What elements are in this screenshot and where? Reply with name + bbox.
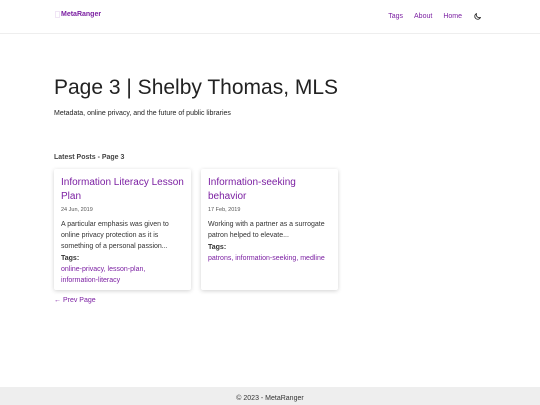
prev-page-link[interactable]: ← Prev Page xyxy=(54,297,96,304)
nav-link-home[interactable]: Home xyxy=(443,13,462,20)
post-tags: online-privacy, lesson-plan, information… xyxy=(61,264,184,286)
post-title-link[interactable]: Information Literacy Lesson Plan xyxy=(61,176,184,204)
nav-links: Tags About Home xyxy=(377,11,482,21)
brand-link[interactable]: MetaRanger xyxy=(55,11,101,18)
tags-label: Tags: xyxy=(208,244,227,251)
post-excerpt: Working with a partner as a surrogate pa… xyxy=(208,221,325,239)
post-excerpt: A particular emphasis was given to onlin… xyxy=(61,221,169,250)
nav-link-about[interactable]: About xyxy=(414,13,432,20)
page-subtitle: Metadata, online privacy, and the future… xyxy=(54,110,231,117)
logo-icon xyxy=(55,11,60,18)
footer: © 2023 - MetaRanger xyxy=(0,387,540,405)
page-title: Page 3 | Shelby Thomas, MLS xyxy=(54,76,339,99)
tags-label: Tags: xyxy=(61,255,80,262)
moon-icon xyxy=(473,12,481,20)
post-date: 24 Jun, 2019 xyxy=(61,207,93,213)
footer-copyright: © 2023 - MetaRanger xyxy=(236,395,304,402)
tag-links[interactable]: patrons, information-seeking, medline xyxy=(208,255,325,262)
post-tags: patrons, information-seeking, medline xyxy=(208,253,331,264)
nav-link-tags[interactable]: Tags xyxy=(388,13,403,20)
theme-toggle-button[interactable] xyxy=(472,11,482,21)
post-card: Information Literacy Lesson Plan 24 Jun,… xyxy=(54,169,191,290)
post-card: Information-seeking behavior 17 Feb, 201… xyxy=(201,169,338,290)
navbar: MetaRanger Tags About Home xyxy=(0,0,540,34)
latest-posts-heading: Latest Posts - Page 3 xyxy=(54,154,125,161)
tag-links[interactable]: online-privacy, lesson-plan, information… xyxy=(61,266,145,284)
post-title-link[interactable]: Information-seeking behavior xyxy=(208,176,331,204)
brand-name: MetaRanger xyxy=(61,11,102,18)
post-date: 17 Feb, 2019 xyxy=(208,207,241,213)
